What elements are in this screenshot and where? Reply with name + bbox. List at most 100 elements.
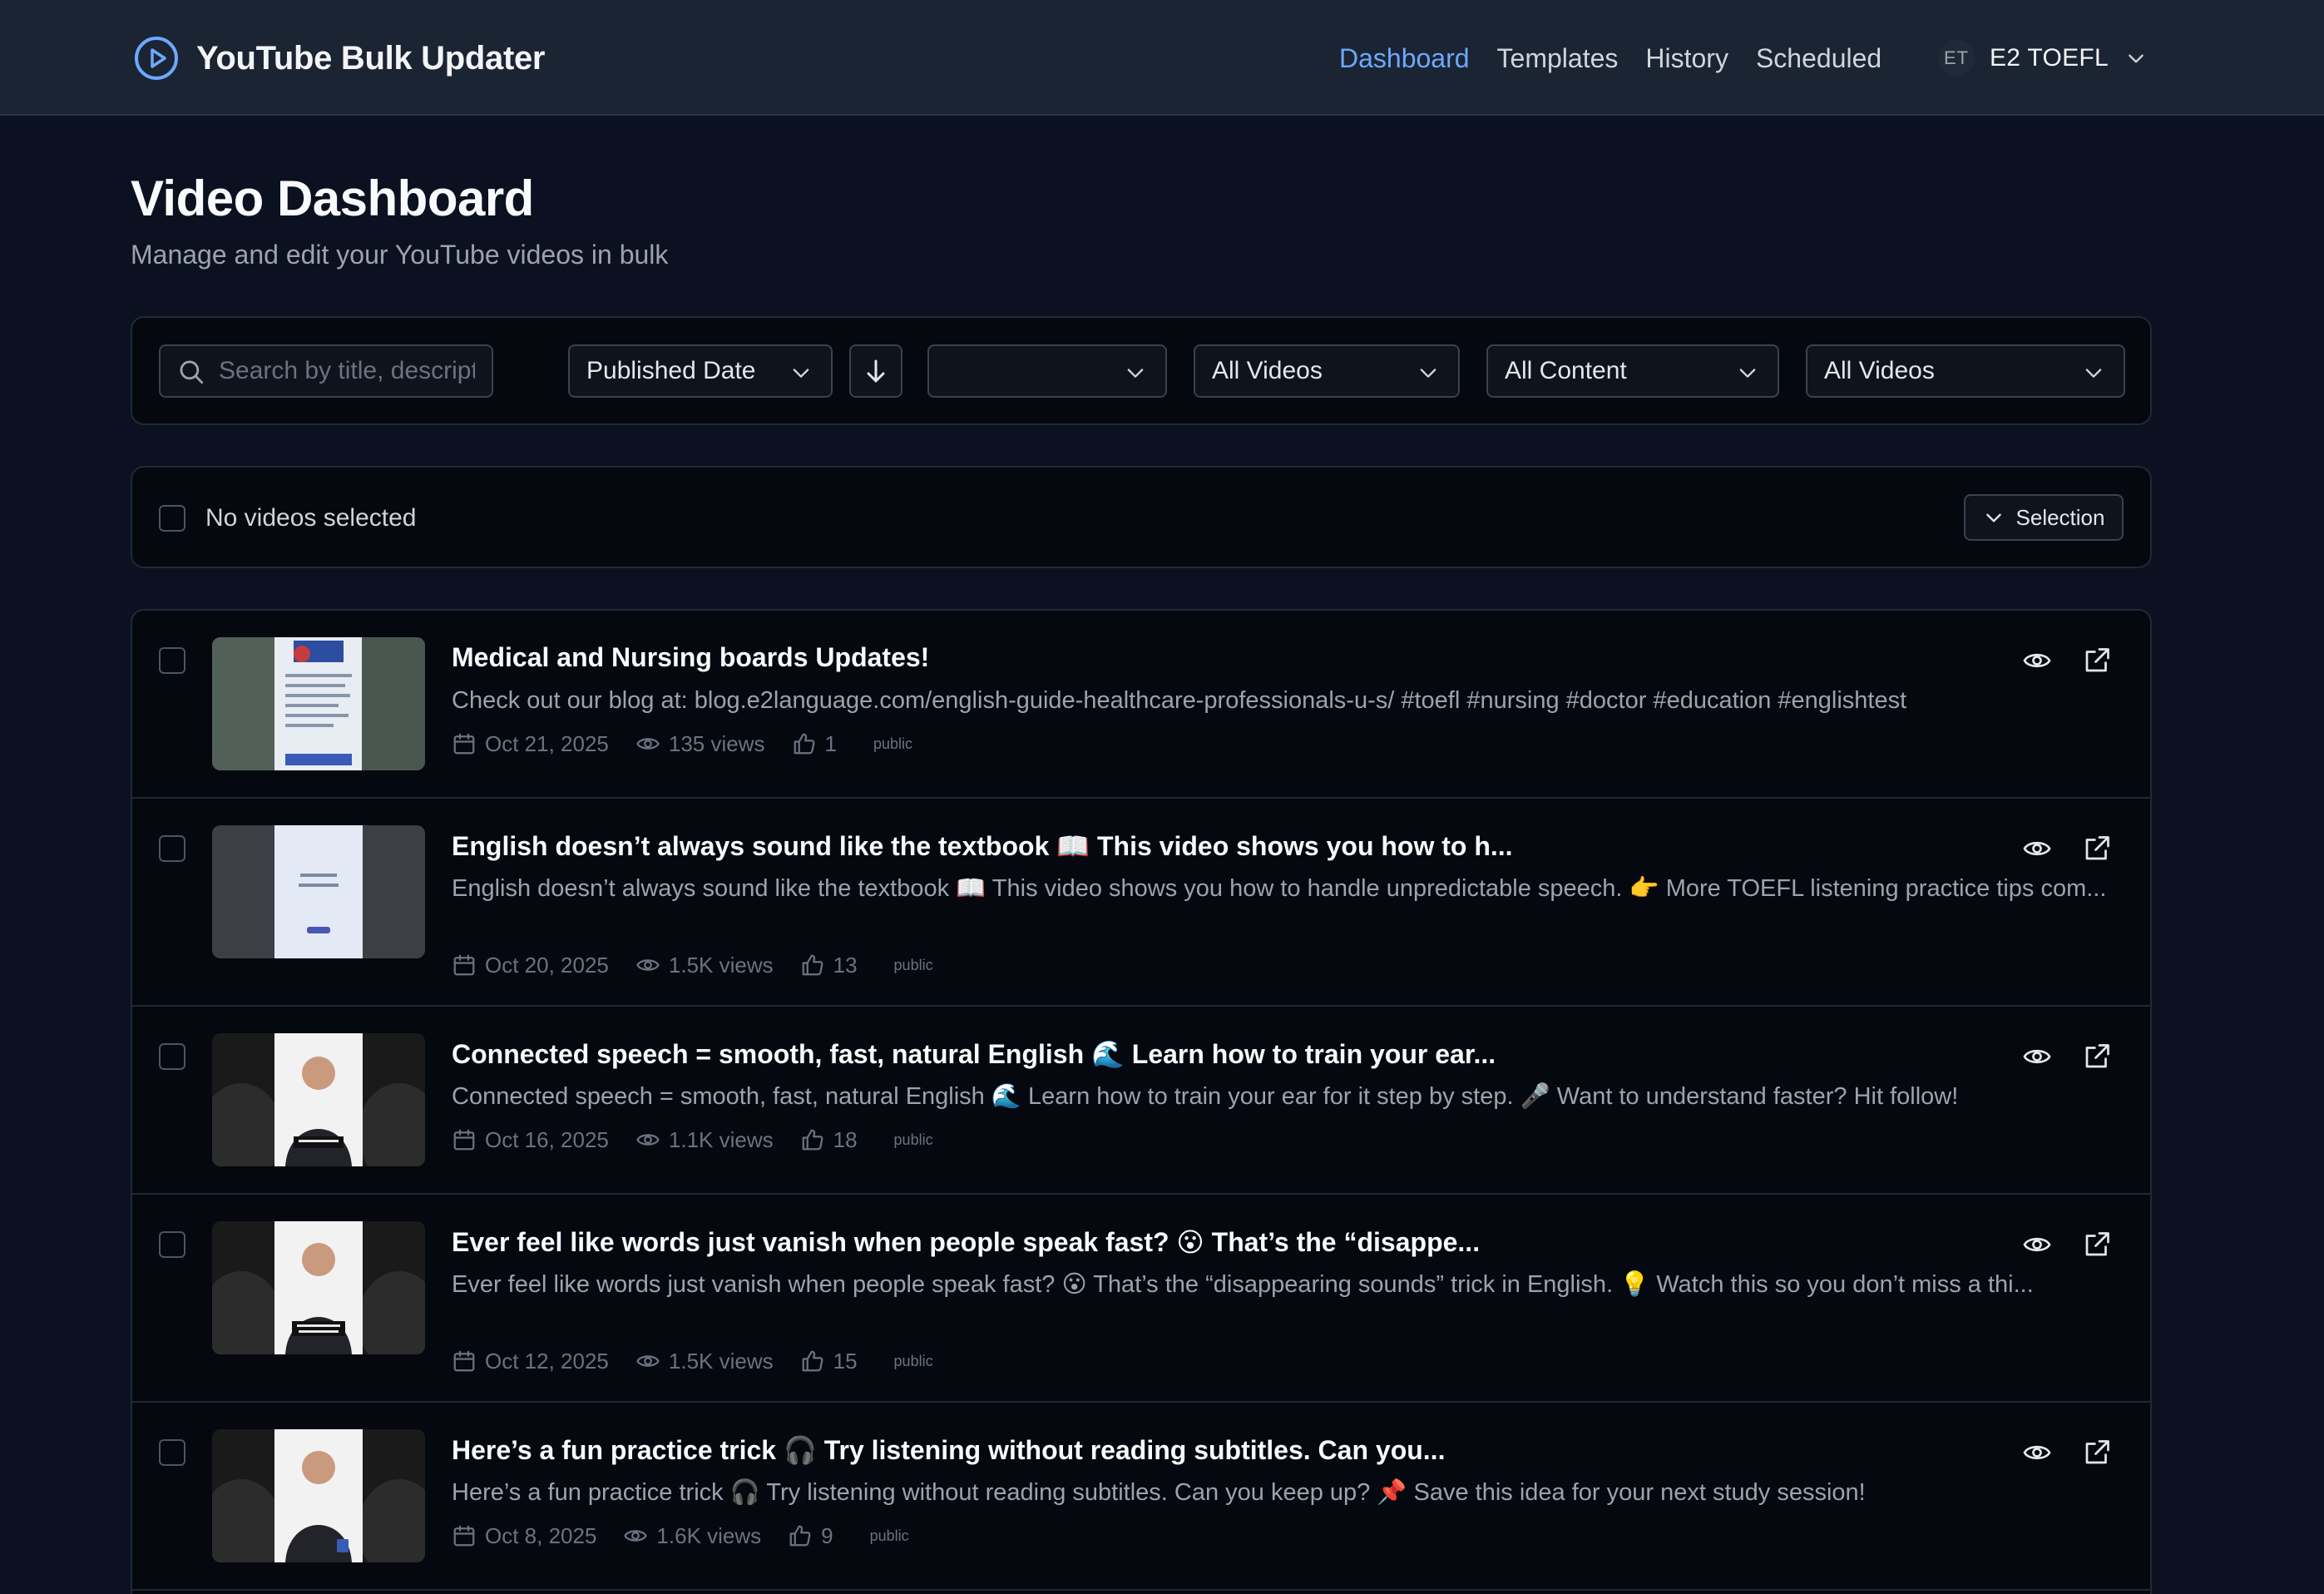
video-date: Oct 12, 2025 <box>485 1348 609 1374</box>
thumbs-up-icon <box>802 1129 823 1151</box>
eye-icon <box>636 738 660 750</box>
selection-button-label: Selection <box>2015 504 2105 530</box>
preview-button[interactable] <box>2022 1042 2052 1072</box>
sort-direction-button[interactable] <box>849 344 902 398</box>
calendar-icon <box>453 733 475 755</box>
thumbs-up-icon <box>802 954 823 976</box>
video-thumbnail[interactable] <box>212 825 425 958</box>
video-thumbnail[interactable] <box>212 1221 425 1354</box>
open-external-button[interactable] <box>2082 1438 2112 1468</box>
eye-icon <box>636 959 660 971</box>
eye-icon <box>624 1530 648 1542</box>
video-views: 1.1K views <box>668 1126 774 1152</box>
preview-button[interactable] <box>2022 1230 2052 1260</box>
open-external-button[interactable] <box>2082 1230 2112 1260</box>
visibility-filter-value: All Videos <box>1824 357 1935 384</box>
chevron-down-icon <box>1127 369 1144 378</box>
preview-button[interactable] <box>2022 646 2052 676</box>
video-meta: Oct 20, 2025 1.5K views 13 public <box>452 950 933 980</box>
chevron-down-icon <box>1985 513 2001 522</box>
external-link-icon <box>2085 1440 2109 1464</box>
video-description: English doesn’t always sound like the te… <box>452 875 2107 902</box>
search-icon <box>180 360 204 384</box>
page-subtitle: Manage and edit your YouTube videos in b… <box>131 240 669 270</box>
video-thumbnail[interactable] <box>212 637 425 770</box>
open-external-button[interactable] <box>2082 834 2112 864</box>
video-checkbox[interactable] <box>159 1439 185 1466</box>
video-likes: 13 <box>833 952 858 978</box>
selection-bar: No videos selected Selection <box>131 466 2152 568</box>
video-thumbnail[interactable] <box>212 1033 425 1166</box>
calendar-icon <box>453 1350 475 1372</box>
video-description: Check out our blog at: blog.e2language.c… <box>452 687 1907 714</box>
video-views: 1.5K views <box>668 1348 774 1374</box>
video-title[interactable]: Connected speech = smooth, fast, natural… <box>452 1038 1496 1070</box>
content-filter-select[interactable]: All Content <box>1486 344 1779 398</box>
main-nav: Dashboard Templates History Scheduled <box>1339 38 1909 78</box>
select-all-checkbox[interactable] <box>159 505 185 532</box>
video-checkbox[interactable] <box>159 647 185 674</box>
video-checkbox[interactable] <box>159 1231 185 1258</box>
video-checkbox[interactable] <box>159 1043 185 1070</box>
nav-scheduled[interactable]: Scheduled <box>1756 43 1881 74</box>
avatar: ET <box>1938 40 1975 77</box>
video-likes: 1 <box>824 730 837 756</box>
visibility-filter-select[interactable]: All Videos <box>1806 344 2125 398</box>
visibility-badge: public <box>893 956 933 973</box>
calendar-icon <box>453 1525 475 1547</box>
video-title[interactable]: Here’s a fun practice trick 🎧 Try listen… <box>452 1434 1445 1466</box>
video-views: 1.6K views <box>656 1522 762 1548</box>
video-title[interactable]: Medical and Nursing boards Updates! <box>452 642 929 673</box>
search-box <box>159 344 493 398</box>
open-external-button[interactable] <box>2082 646 2112 676</box>
video-meta: Oct 8, 2025 1.6K views 9 public <box>452 1521 909 1551</box>
thumbs-up-icon <box>802 1350 823 1372</box>
selection-button[interactable]: Selection <box>1964 494 2124 541</box>
user-menu[interactable]: ET E2 TOEFL <box>1938 38 2147 78</box>
video-likes: 15 <box>833 1348 858 1374</box>
preview-button[interactable] <box>2022 1438 2052 1468</box>
video-views: 135 views <box>668 730 765 756</box>
calendar-icon <box>453 1129 475 1151</box>
video-meta: Oct 16, 2025 1.1K views 18 public <box>452 1125 933 1155</box>
eye-icon <box>2023 841 2051 856</box>
video-row: Here’s a fun practice trick 🎧 Try listen… <box>132 1403 2150 1591</box>
chevron-down-icon <box>2085 369 2102 378</box>
nav-dashboard[interactable]: Dashboard <box>1339 43 1470 74</box>
video-checkbox[interactable] <box>159 835 185 862</box>
sort-by-select[interactable]: Published Date <box>568 344 833 398</box>
video-title[interactable]: Ever feel like words just vanish when pe… <box>452 1226 1480 1258</box>
page-title: Video Dashboard <box>131 171 534 226</box>
calendar-icon <box>453 954 475 976</box>
eye-icon <box>2023 1445 2051 1460</box>
external-link-icon <box>2085 648 2109 672</box>
app-title: YouTube Bulk Updater <box>196 39 546 77</box>
filter-bar: Published Date All Videos All Content Al… <box>131 316 2152 425</box>
video-row: Ever feel like words just vanish when pe… <box>132 1195 2150 1403</box>
video-filter-select[interactable]: All Videos <box>1194 344 1460 398</box>
video-likes: 9 <box>821 1522 833 1548</box>
chevron-down-icon <box>2129 54 2144 63</box>
thumbs-up-icon <box>794 733 814 755</box>
nav-history[interactable]: History <box>1645 43 1728 74</box>
brand[interactable]: YouTube Bulk Updater <box>133 33 546 83</box>
video-description: Connected speech = smooth, fast, natural… <box>452 1083 1959 1110</box>
video-title[interactable]: English doesn’t always sound like the te… <box>452 830 1513 862</box>
video-likes: 18 <box>833 1126 858 1152</box>
selection-status: No videos selected <box>205 504 417 532</box>
video-row: Connected speech = smooth, fast, natural… <box>132 1007 2150 1195</box>
video-row: Medical and Nursing boards Updates! Chec… <box>132 611 2150 799</box>
chevron-down-icon <box>1739 369 1756 378</box>
video-filter-value: All Videos <box>1212 357 1323 384</box>
video-date: Oct 21, 2025 <box>485 730 609 756</box>
video-list: Medical and Nursing boards Updates! Chec… <box>131 609 2152 1594</box>
thumbs-up-icon <box>789 1525 811 1547</box>
nav-templates[interactable]: Templates <box>1497 43 1619 74</box>
preview-button[interactable] <box>2022 834 2052 864</box>
blank-select[interactable] <box>927 344 1167 398</box>
video-views: 1.5K views <box>668 952 774 978</box>
open-external-button[interactable] <box>2082 1042 2112 1072</box>
search-input[interactable] <box>219 357 475 385</box>
video-row: English doesn’t always sound like the te… <box>132 799 2150 1007</box>
video-thumbnail[interactable] <box>212 1429 425 1562</box>
